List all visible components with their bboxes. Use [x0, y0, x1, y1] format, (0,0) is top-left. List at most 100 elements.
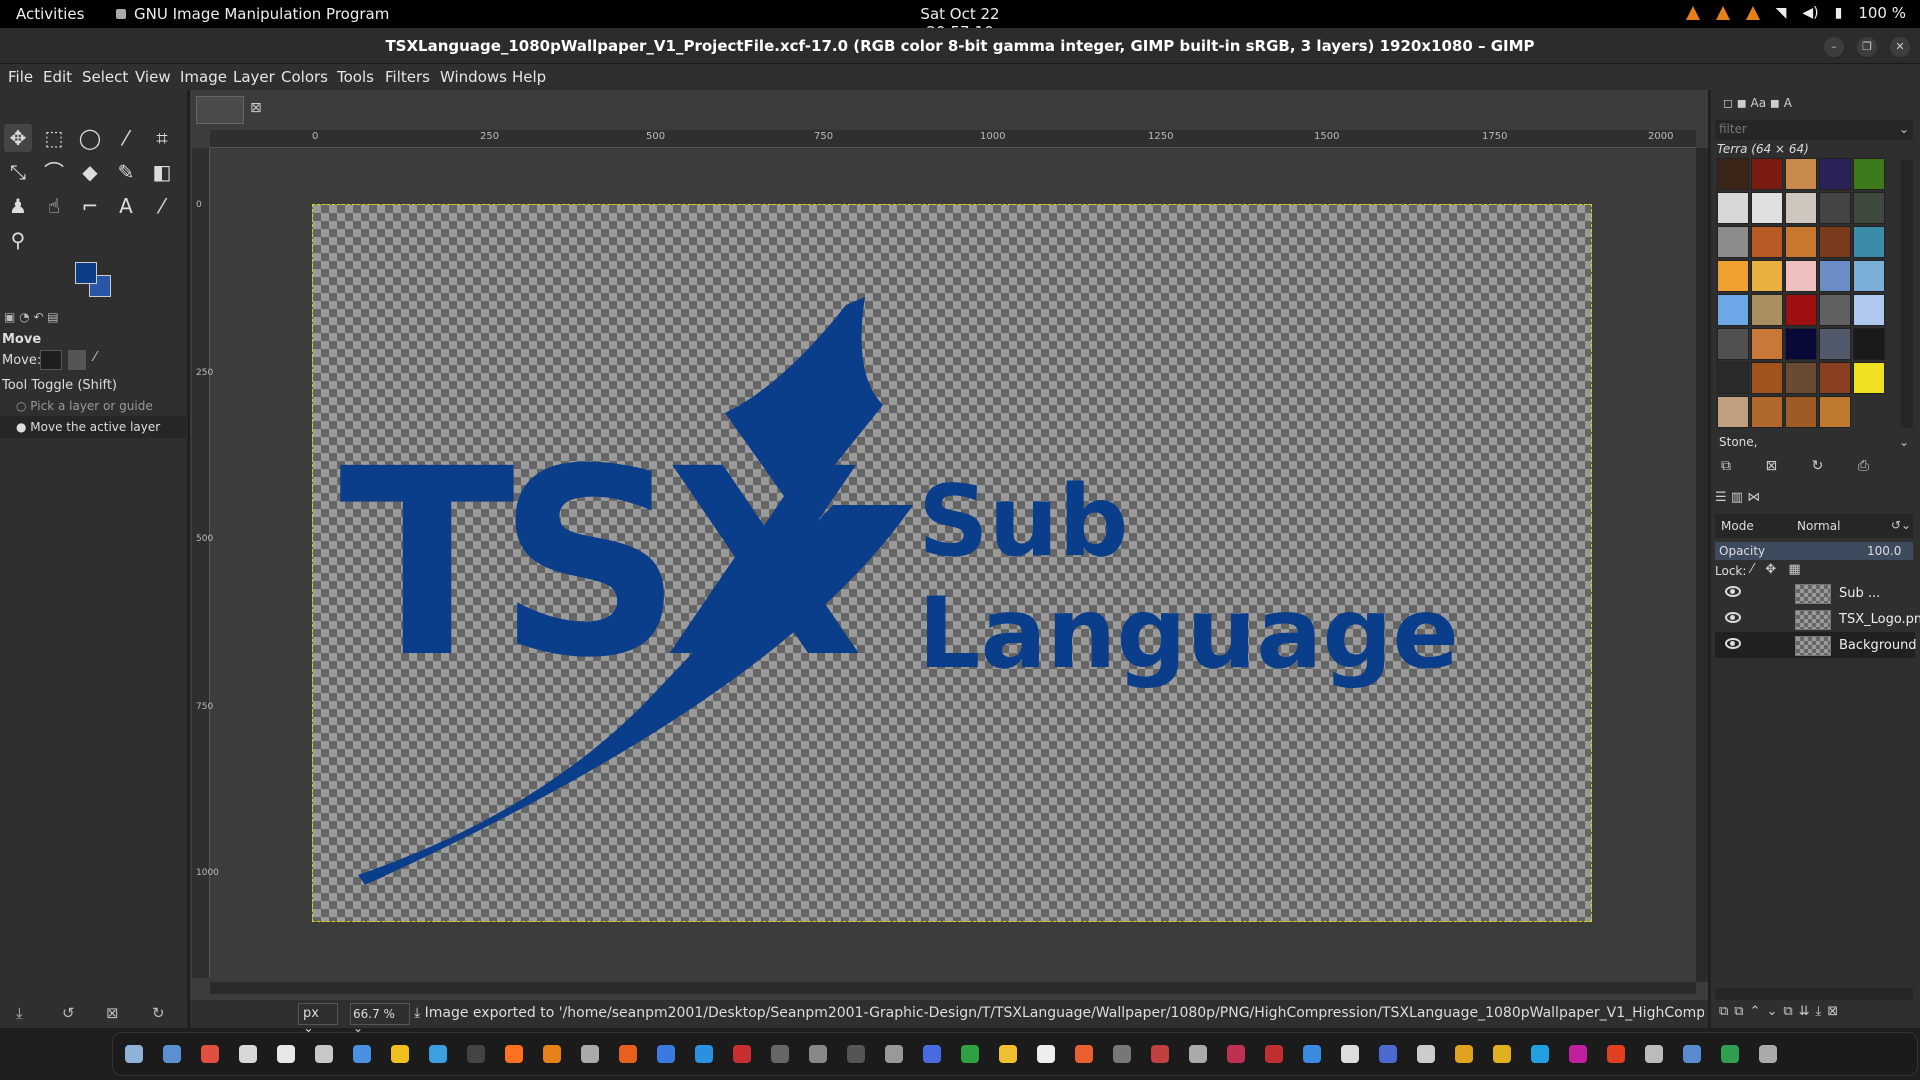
taskbar-app-icon[interactable]	[847, 1045, 865, 1063]
taskbar-app-icon[interactable]	[391, 1045, 409, 1063]
taskbar-app-icon[interactable]	[1265, 1045, 1283, 1063]
taskbar-app-icon[interactable]	[353, 1045, 371, 1063]
pattern-swatch[interactable]	[1717, 396, 1749, 428]
pattern-swatch[interactable]	[1819, 192, 1851, 224]
volume-icon[interactable]: ◀)	[1802, 5, 1818, 21]
taskbar-app-icon[interactable]	[1721, 1045, 1739, 1063]
taskbar-app-icon[interactable]	[467, 1045, 485, 1063]
pattern-swatch[interactable]	[1853, 294, 1885, 326]
move-layer-mode-button[interactable]	[40, 350, 62, 370]
pattern-swatch[interactable]	[1819, 362, 1851, 394]
pattern-swatch[interactable]	[1785, 294, 1817, 326]
taskbar-app-icon[interactable]	[1645, 1045, 1663, 1063]
rect-select-icon[interactable]: ⬚	[40, 124, 68, 152]
pattern-swatch[interactable]	[1751, 328, 1783, 360]
pattern-swatch[interactable]	[1751, 396, 1783, 428]
layer-row-tsx-logo[interactable]: TSX_Logo.png	[1715, 606, 1920, 632]
wifi-icon[interactable]: ◥	[1776, 5, 1787, 21]
pattern-swatch[interactable]	[1853, 158, 1885, 190]
taskbar-app-icon[interactable]	[885, 1045, 903, 1063]
pick-layer-radio[interactable]: ○ Pick a layer or guide	[16, 399, 153, 413]
paths-icon[interactable]: ⌐	[76, 192, 104, 220]
menu-edit[interactable]: Edit	[43, 68, 72, 86]
pattern-actions[interactable]: ⧉ ⊠ ↻ ⎙	[1721, 458, 1911, 476]
pattern-swatch[interactable]	[1751, 226, 1783, 258]
lasso-icon[interactable]: ◯	[76, 124, 104, 152]
taskbar-app-icon[interactable]	[315, 1045, 333, 1063]
paintbrush-icon[interactable]: ✎	[112, 158, 140, 186]
taskbar-app-icon[interactable]	[201, 1045, 219, 1063]
close-button[interactable]: ✕	[1890, 37, 1910, 57]
warning-icon[interactable]	[1745, 6, 1760, 20]
taskbar-app-icon[interactable]	[1493, 1045, 1511, 1063]
pattern-tag-select[interactable]: Stone, ⌄	[1715, 434, 1913, 452]
pattern-swatch[interactable]	[1717, 226, 1749, 258]
taskbar-app-icon[interactable]	[581, 1045, 599, 1063]
taskbar-app-icon[interactable]	[1417, 1045, 1435, 1063]
pattern-swatch[interactable]	[1853, 226, 1885, 258]
menu-file[interactable]: File	[8, 68, 33, 86]
layers-tabs[interactable]: ☰ ▥ ⋈	[1715, 490, 1913, 508]
taskbar-app-icon[interactable]	[1189, 1045, 1207, 1063]
pattern-swatch[interactable]	[1751, 158, 1783, 190]
menu-tools[interactable]: Tools	[337, 68, 374, 86]
patterns-filter-input[interactable]: filter ⌄	[1715, 120, 1913, 140]
pattern-swatch[interactable]	[1853, 192, 1885, 224]
image-tab-thumbnail[interactable]	[196, 96, 244, 124]
pattern-swatch[interactable]	[1785, 260, 1817, 292]
menu-layer[interactable]: Layer	[233, 68, 275, 86]
app-menu[interactable]: GNU Image Manipulation Program	[116, 5, 389, 23]
close-tab-icon[interactable]: ⊠	[250, 100, 262, 116]
save-options-icon[interactable]: ⤓	[16, 1004, 23, 1022]
maximize-button[interactable]: ❐	[1857, 37, 1877, 57]
taskbar-app-icon[interactable]	[1607, 1045, 1625, 1063]
horizontal-ruler[interactable]: 0 250 500 750 1000 1250 1500 1750 2000	[210, 130, 1696, 148]
taskbar-app-icon[interactable]	[1227, 1045, 1245, 1063]
patterns-tabs[interactable]: ◻ ◼ Aa ◼ A	[1723, 96, 1833, 112]
menu-image[interactable]: Image	[180, 68, 227, 86]
taskbar-app-icon[interactable]	[1113, 1045, 1131, 1063]
zoom-icon[interactable]: ⚲	[4, 226, 32, 254]
pattern-swatch[interactable]	[1819, 226, 1851, 258]
horizontal-scrollbar[interactable]	[210, 982, 1696, 994]
patterns-scrollbar[interactable]	[1901, 160, 1913, 428]
system-tray[interactable]: ◥ ◀) ▮ 100 %	[1685, 4, 1906, 22]
move-path-mode-button[interactable]: ⁄	[94, 350, 112, 370]
pattern-swatch[interactable]	[1819, 294, 1851, 326]
crop-icon[interactable]: ⌗	[148, 124, 176, 152]
taskbar-app-icon[interactable]	[999, 1045, 1017, 1063]
pattern-swatch[interactable]	[1751, 192, 1783, 224]
taskbar-app-icon[interactable]	[1683, 1045, 1701, 1063]
menu-colors[interactable]: Colors	[281, 68, 328, 86]
battery-icon[interactable]: ▮	[1835, 5, 1843, 21]
minimize-button[interactable]: –	[1824, 37, 1844, 57]
layer-row-background[interactable]: Background	[1715, 632, 1917, 658]
visibility-eye-icon[interactable]	[1725, 638, 1741, 649]
taskbar-app-icon[interactable]	[1303, 1045, 1321, 1063]
pattern-swatch[interactable]	[1751, 260, 1783, 292]
scale-icon[interactable]: ⤡	[4, 158, 32, 186]
taskbar-app-icon[interactable]	[1759, 1045, 1777, 1063]
lock-icons[interactable]: ⁄ ✥ ▦	[1751, 562, 1801, 577]
taskbar-app-icon[interactable]	[961, 1045, 979, 1063]
unit-select[interactable]: px ⌄	[298, 1003, 338, 1036]
pattern-swatch[interactable]	[1785, 396, 1817, 428]
taskbar-app-icon[interactable]	[657, 1045, 675, 1063]
warp-icon[interactable]: ⌒	[40, 158, 68, 186]
taskbar-app-icon[interactable]	[1341, 1045, 1359, 1063]
pattern-swatch[interactable]	[1717, 192, 1749, 224]
taskbar-app-icon[interactable]	[239, 1045, 257, 1063]
pattern-swatch[interactable]	[1717, 362, 1749, 394]
pattern-swatch[interactable]	[1717, 260, 1749, 292]
taskbar-app-icon[interactable]	[163, 1045, 181, 1063]
layer-row-sub[interactable]: Sub ...	[1715, 580, 1915, 606]
taskbar-app-icon[interactable]	[695, 1045, 713, 1063]
text-tool-icon[interactable]: A	[112, 192, 140, 220]
taskbar-app-icon[interactable]	[1455, 1045, 1473, 1063]
layer-mode-row[interactable]: Mode Normal ↺⌄	[1715, 514, 1913, 538]
taskbar-app-icon[interactable]	[619, 1045, 637, 1063]
smudge-icon[interactable]: ☝	[40, 192, 68, 220]
pattern-swatch[interactable]	[1853, 260, 1885, 292]
warning-icon[interactable]	[1715, 6, 1730, 20]
taskbar-app-icon[interactable]	[733, 1045, 751, 1063]
